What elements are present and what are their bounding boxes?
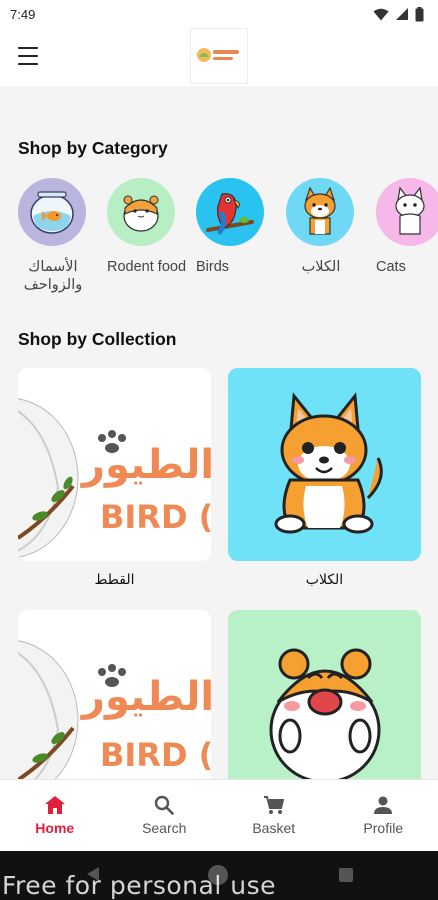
nav-home-label: Home xyxy=(35,820,75,836)
category-label: Birds xyxy=(196,259,230,275)
person-icon xyxy=(374,796,393,814)
status-icons xyxy=(373,6,424,22)
category-item-dogs[interactable]: الكلاب xyxy=(286,178,366,276)
category-label: الأسماك والزواحف xyxy=(23,259,83,293)
menu-button[interactable] xyxy=(18,47,38,65)
menu-icon-line xyxy=(18,47,38,49)
battery-icon xyxy=(415,6,424,21)
wifi-icon xyxy=(373,8,389,20)
nav-basket-label: Basket xyxy=(252,820,296,836)
signal-icon xyxy=(396,8,408,20)
category-item-cats[interactable]: Cats xyxy=(376,178,438,276)
home-icon xyxy=(44,796,65,814)
collection-section-title: Shop by Collection xyxy=(18,329,177,349)
category-item-rodent-food[interactable]: Rodent food xyxy=(107,178,187,276)
banner-english-text: BIRD ( xyxy=(100,498,211,536)
banner-arabic-text: الطيور xyxy=(80,674,211,720)
collection-label: الكلاب xyxy=(305,571,344,587)
category-item-birds[interactable]: Birds xyxy=(196,178,276,276)
nav-profile[interactable]: Profile xyxy=(329,780,438,851)
cart-icon xyxy=(263,796,285,814)
dog-icon xyxy=(286,178,354,246)
bottom-navigation: Home Search Basket Profile xyxy=(0,779,438,851)
collection-label: القطط xyxy=(94,571,135,587)
category-item-fish[interactable]: الأسماك والزواحف xyxy=(18,178,98,294)
status-bar: 7:49 xyxy=(0,0,438,28)
banner-english-text: BIRD ( xyxy=(100,736,211,774)
collection-card[interactable]: الطيور BIRD ( xyxy=(18,610,211,803)
category-label: الكلاب xyxy=(301,259,341,275)
logo-icon xyxy=(197,48,239,62)
bird-house-banner-image: الطيور BIRD ( xyxy=(18,368,211,561)
category-section-title: Shop by Category xyxy=(18,138,168,158)
nav-search[interactable]: Search xyxy=(110,780,220,851)
category-label: Rodent food xyxy=(107,259,187,275)
menu-icon-line xyxy=(18,63,38,65)
category-list[interactable]: الأسماك والزواحف Rodent food Birds الكلا… xyxy=(18,178,438,308)
app-logo[interactable] xyxy=(190,28,248,84)
collection-card-dogs[interactable] xyxy=(228,368,421,561)
bird-house-banner-image: الطيور BIRD ( xyxy=(18,610,211,803)
nav-basket[interactable]: Basket xyxy=(219,780,329,851)
nav-profile-label: Profile xyxy=(363,820,404,836)
recent-apps-icon[interactable] xyxy=(339,868,353,882)
cat-icon xyxy=(376,178,438,246)
menu-icon-line xyxy=(18,55,38,57)
hamster-icon xyxy=(228,610,421,803)
nav-search-label: Search xyxy=(142,820,187,836)
hamster-icon xyxy=(107,178,175,246)
fishbowl-icon xyxy=(18,178,86,246)
nav-home[interactable]: Home xyxy=(0,780,110,851)
parrot-icon xyxy=(196,178,264,246)
banner-arabic-text: الطيور xyxy=(80,442,211,488)
collection-card-cats[interactable]: الطيور BIRD ( xyxy=(18,368,211,561)
category-label: Cats xyxy=(376,259,406,275)
status-time: 7:49 xyxy=(10,6,36,22)
app-bar xyxy=(0,28,438,86)
search-icon xyxy=(155,795,175,815)
dog-icon xyxy=(228,368,421,561)
watermark-text: Free for personal use xyxy=(2,871,276,900)
collection-card[interactable] xyxy=(228,610,421,803)
